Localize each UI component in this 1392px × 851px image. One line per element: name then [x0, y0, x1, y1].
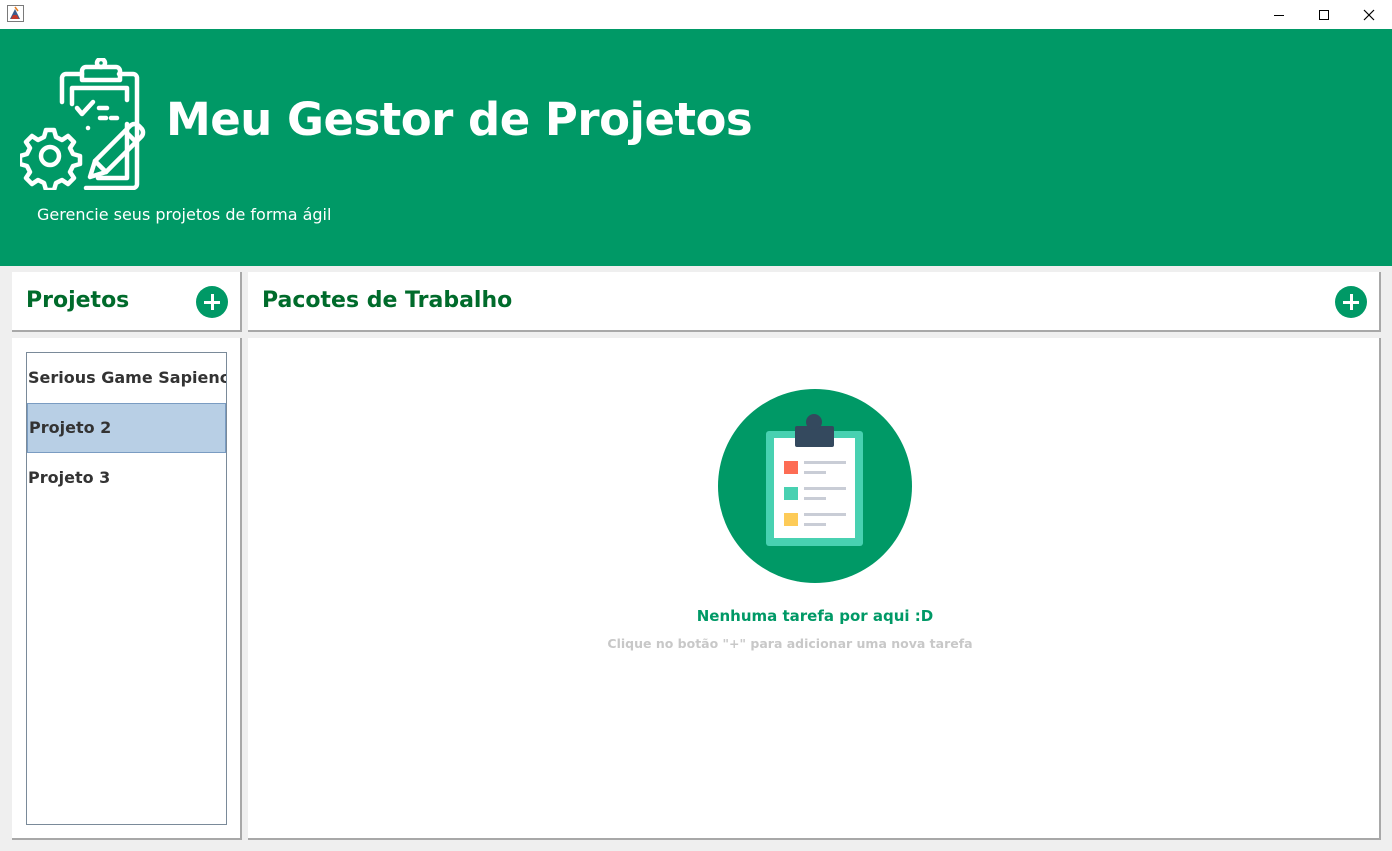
work-packages-title: Pacotes de Trabalho: [262, 288, 513, 313]
close-button[interactable]: [1346, 0, 1392, 29]
project-list-item-selected[interactable]: Projeto 2: [27, 403, 226, 453]
add-project-button[interactable]: [196, 286, 228, 318]
close-icon: [1363, 9, 1375, 20]
app-header: Meu Gestor de Projetos Gerencie seus pro…: [0, 29, 1392, 266]
projects-header-panel: Projetos: [12, 272, 242, 332]
window-titlebar: [0, 0, 1392, 29]
work-packages-header-panel: Pacotes de Trabalho: [248, 272, 1381, 332]
projects-title: Projetos: [26, 288, 130, 313]
minimize-button[interactable]: [1256, 0, 1302, 29]
project-list-item[interactable]: Projeto 3: [27, 453, 226, 503]
app-subtitle: Gerencie seus projetos de forma ágil: [37, 205, 332, 224]
clipboard-gear-pencil-icon: [20, 58, 146, 190]
maximize-icon: [1319, 9, 1329, 20]
project-list-item[interactable]: Serious Game Sapience: [27, 353, 226, 403]
project-list[interactable]: Serious Game Sapience Projeto 2 Projeto …: [26, 352, 227, 825]
add-work-package-button[interactable]: [1335, 286, 1367, 318]
java-cup-icon: [7, 5, 24, 22]
clipboard-checklist-icon: [718, 389, 912, 583]
empty-state-title: Nenhuma tarefa por aqui :D: [696, 607, 934, 625]
minimize-icon: [1274, 14, 1284, 16]
empty-state-hint: Clique no botão "+" para adicionar uma n…: [607, 636, 973, 651]
app-title: Meu Gestor de Projetos: [166, 93, 753, 146]
maximize-button[interactable]: [1301, 0, 1347, 29]
